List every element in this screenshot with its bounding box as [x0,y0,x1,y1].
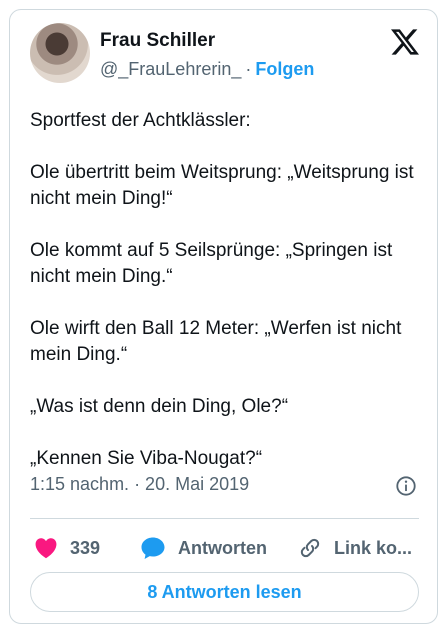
follow-button[interactable]: Folgen [255,59,314,79]
author-handle-row: @_FrauLehrerin_ · Folgen [100,59,314,80]
heart-icon [35,538,57,559]
tweet-card: Frau Schiller @_FrauLehrerin_ · Folgen Spo… [9,9,438,624]
action-bar: 339 Antworten Link ko... [30,530,425,566]
tweet-line: Ole wirft den Ball 12 Meter: „Werfen ist… [30,318,402,365]
avatar[interactable] [30,23,90,83]
author-name[interactable]: Frau Schiller [100,30,215,52]
like-count: 339 [70,537,101,558]
like-button[interactable]: 339 [34,530,100,566]
copy-link-button[interactable]: Link ko... [298,530,412,566]
link-label: Link ko... [334,537,413,558]
reply-button[interactable]: Antworten [140,530,267,566]
speech-bubble-icon [141,537,165,559]
tweet-line: Ole übertritt beim Weitsprung: „Weitspru… [30,162,414,209]
separator-dot: · [245,59,252,79]
tweet-timestamp[interactable]: 1:15 nachm. · 20. Mai 2019 [30,474,249,495]
tweet-line: Sportfest der Achtklässler: [30,110,251,131]
tweet-line: „Was ist denn dein Ding, Ole?“ [30,396,289,417]
tweet-line: Ole kommt auf 5 Seilsprünge: „Springen i… [30,240,393,287]
link-icon [300,538,320,558]
read-replies-button[interactable]: 8 Antworten lesen [30,572,419,612]
divider [30,518,419,519]
tweet-text: Sportfest der Achtklässler: Ole übertrit… [30,108,430,498]
info-icon[interactable] [395,475,417,497]
reply-label: Antworten [178,537,267,558]
tweet-line: „Kennen Sie Viba-Nougat?“ [30,448,263,469]
x-logo-icon[interactable] [389,28,421,56]
author-handle[interactable]: @_FrauLehrerin_ [100,59,241,79]
